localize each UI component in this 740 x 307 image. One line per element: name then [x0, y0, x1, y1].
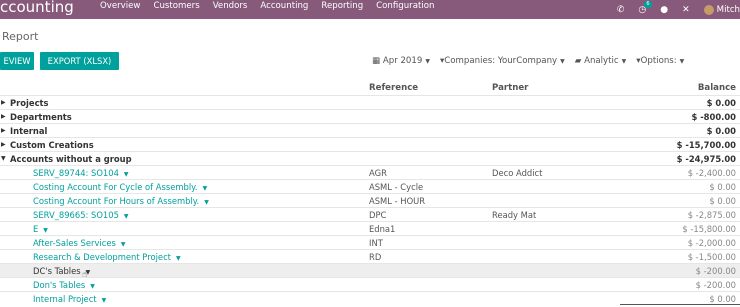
caret-down-icon[interactable]: ▼: [90, 283, 95, 290]
group-name: Projects: [10, 98, 49, 108]
calendar-icon: ▦: [372, 56, 381, 66]
table-row: Costing Account For Hours of Assembly. ▼ …: [0, 193, 740, 207]
caret-down-icon[interactable]: ▼: [124, 171, 129, 178]
caret-down-icon: ▼: [1, 155, 6, 162]
account-link[interactable]: Internal Project ▼: [33, 293, 106, 307]
reference-cell: Edna1: [369, 224, 396, 234]
reference-cell: DPC: [369, 210, 387, 220]
group-balance: $ -15,700.00: [676, 140, 736, 150]
caret-down-icon[interactable]: ▼: [176, 255, 181, 262]
pointer-cursor-icon: ☝: [82, 270, 88, 280]
caret-down-icon: ▼: [621, 58, 627, 65]
menu-customers[interactable]: Customers: [153, 1, 199, 12]
balance-cell: $ -2,875.00: [687, 210, 736, 220]
caret-down-icon[interactable]: ▼: [102, 297, 107, 304]
group-balance: $ 0.00: [706, 98, 736, 108]
caret-down-icon[interactable]: ▼: [203, 185, 208, 192]
balance-cell: $ -2,400.00: [687, 168, 736, 178]
group-row-departments[interactable]: ▶ Departments $ -800.00: [0, 109, 740, 123]
caret-right-icon: ▶: [1, 113, 6, 120]
column-header-partner: Partner: [492, 83, 529, 93]
balance-cell: $ 0.00: [709, 196, 736, 206]
table-row: Don's Tables ▼ $ -200.00: [0, 277, 740, 291]
table-row: SERV_89665: SO105 ▼ DPC Ready Mat $ -2,87…: [0, 207, 740, 221]
menu-vendors[interactable]: Vendors: [213, 1, 248, 12]
balance-cell: $ -15,800.00: [682, 224, 736, 234]
menu-overview[interactable]: Overview: [100, 1, 140, 12]
reference-cell: ASML - Cycle: [369, 182, 424, 192]
partner-cell: Ready Mat: [492, 210, 537, 220]
avatar[interactable]: [703, 4, 714, 15]
phone-icon[interactable]: ✆: [617, 5, 625, 15]
caret-right-icon: ▶: [1, 141, 6, 148]
table-row: DC's Tables ▼ $ -200.00: [0, 263, 740, 278]
group-name: Departments: [10, 112, 72, 122]
caret-down-icon: ▼: [560, 58, 565, 65]
table-row: Costing Account For Cycle of Assembly. ▼ …: [0, 179, 740, 193]
balance-cell: $ -200.00: [695, 266, 736, 276]
balance-cell: $ -200.00: [695, 280, 736, 290]
chat-icon[interactable]: ●: [660, 5, 668, 15]
caret-down-icon[interactable]: ▼: [121, 241, 126, 248]
table-row: Research & Development Project ▼ RD $ -1,…: [0, 249, 740, 263]
table-row: E ▼ Edna1 $ -15,800.00: [0, 221, 740, 235]
reference-cell: AGR: [369, 168, 387, 178]
group-balance: $ -24,975.00: [676, 154, 736, 164]
balance-cell: $ -1,500.00: [687, 252, 736, 262]
app-brand[interactable]: ccounting: [0, 0, 74, 16]
menu-reporting[interactable]: Reporting: [321, 1, 363, 12]
group-row-accounts-without-group[interactable]: ▼ Accounts without a group $ -24,975.00: [0, 151, 740, 165]
divider: [620, 304, 740, 305]
table-row: After-Sales Services ▼ INT $ -2,000.00: [0, 235, 740, 249]
close-icon[interactable]: ✕: [682, 5, 690, 15]
balance-cell: $ 0.00: [709, 182, 736, 192]
column-header-reference: Reference: [369, 83, 419, 93]
notification-badge: 6: [644, 0, 652, 8]
group-balance: $ -800.00: [691, 112, 736, 122]
menu-accounting[interactable]: Accounting: [260, 1, 308, 12]
activity-icon[interactable]: ◷ 6: [638, 0, 652, 15]
balance-cell: $ -2,000.00: [687, 238, 736, 248]
group-row-internal[interactable]: ▶ Internal $ 0.00: [0, 123, 740, 137]
filter-bar: ▦ Apr 2019 ▼ ▾Companies: YourCompany ▼ ▰ A…: [372, 56, 694, 66]
top-navbar: ccounting Overview Customers Vendors Acc…: [0, 0, 740, 19]
group-name: Accounts without a group: [10, 154, 132, 164]
user-name[interactable]: Mitch: [717, 5, 740, 15]
caret-down-icon[interactable]: ▼: [204, 199, 209, 206]
group-name: Internal: [10, 126, 48, 136]
review-button[interactable]: EVIEW: [0, 52, 34, 70]
main-menu: Overview Customers Vendors Accounting Re…: [100, 1, 447, 12]
reference-cell: INT: [369, 238, 383, 248]
options-filter[interactable]: ▾Options: ▼: [636, 56, 684, 66]
reference-cell: ASML - HOUR: [369, 196, 426, 206]
caret-down-icon: ▼: [425, 58, 430, 65]
caret-right-icon: ▶: [1, 127, 6, 134]
reference-cell: RD: [369, 252, 382, 262]
group-balance: $ 0.00: [706, 126, 736, 136]
column-header-balance: Balance: [697, 83, 736, 93]
group-name: Custom Creations: [10, 140, 94, 150]
caret-down-icon[interactable]: ▼: [124, 213, 129, 220]
table-row: SERV_89744: SO104 ▼ AGR Deco Addict $ -2,…: [0, 165, 740, 179]
caret-down-icon[interactable]: ▼: [43, 227, 48, 234]
caret-right-icon: ▶: [1, 99, 6, 106]
date-filter[interactable]: ▦ Apr 2019 ▼: [372, 56, 430, 66]
folder-icon: ▰: [574, 56, 582, 66]
group-row-projects[interactable]: ▶ Projects $ 0.00: [0, 95, 740, 109]
analytic-filter[interactable]: ▰ Analytic ▼: [575, 56, 627, 66]
export-xlsx-button[interactable]: EXPORT (XLSX): [40, 52, 119, 70]
partner-cell: Deco Addict: [492, 168, 543, 178]
group-row-custom-creations[interactable]: ▶ Custom Creations $ -15,700.00: [0, 137, 740, 151]
menu-configuration[interactable]: Configuration: [376, 1, 434, 12]
caret-down-icon: ▼: [679, 58, 685, 65]
systray: ✆ ◷ 6 ● ✕ Mitch: [603, 0, 740, 19]
page-title: Report: [2, 30, 39, 43]
companies-filter[interactable]: ▾Companies: YourCompany ▼: [440, 56, 565, 66]
